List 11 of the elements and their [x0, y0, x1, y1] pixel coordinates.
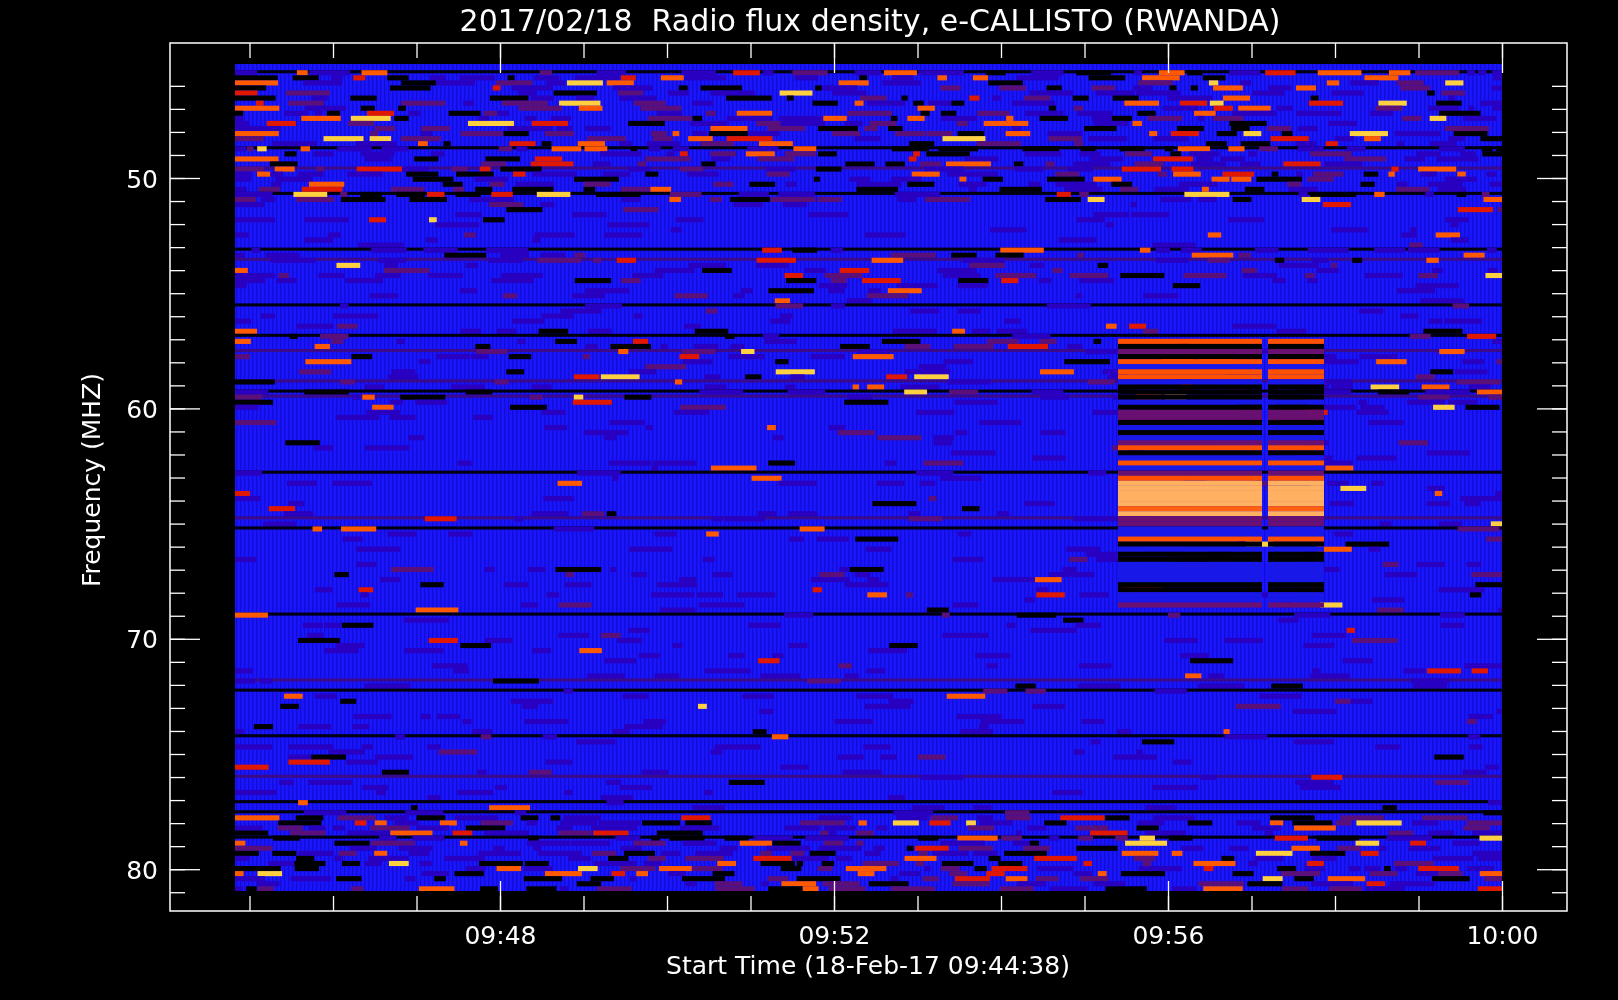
y-tick-label: 60 [126, 394, 158, 424]
x-tick-label: 10:00 [1466, 921, 1539, 950]
x-tick-label: 09:48 [464, 921, 537, 950]
y-axis-title: Frequency (MHZ) [77, 372, 106, 588]
y-tick-label: 70 [126, 625, 158, 655]
x-tick-label: 09:56 [1132, 921, 1205, 950]
chart-title: 2017/02/18 Radio flux density, e-CALLISTO (RWANDA) [459, 3, 1281, 38]
x-axis-title: Start Time (18-Feb-17 09:44:38) [666, 951, 1070, 980]
y-tick-label: 50 [126, 164, 158, 194]
y-tick-label: 80 [126, 855, 158, 885]
x-tick-label: 09:52 [798, 921, 871, 950]
